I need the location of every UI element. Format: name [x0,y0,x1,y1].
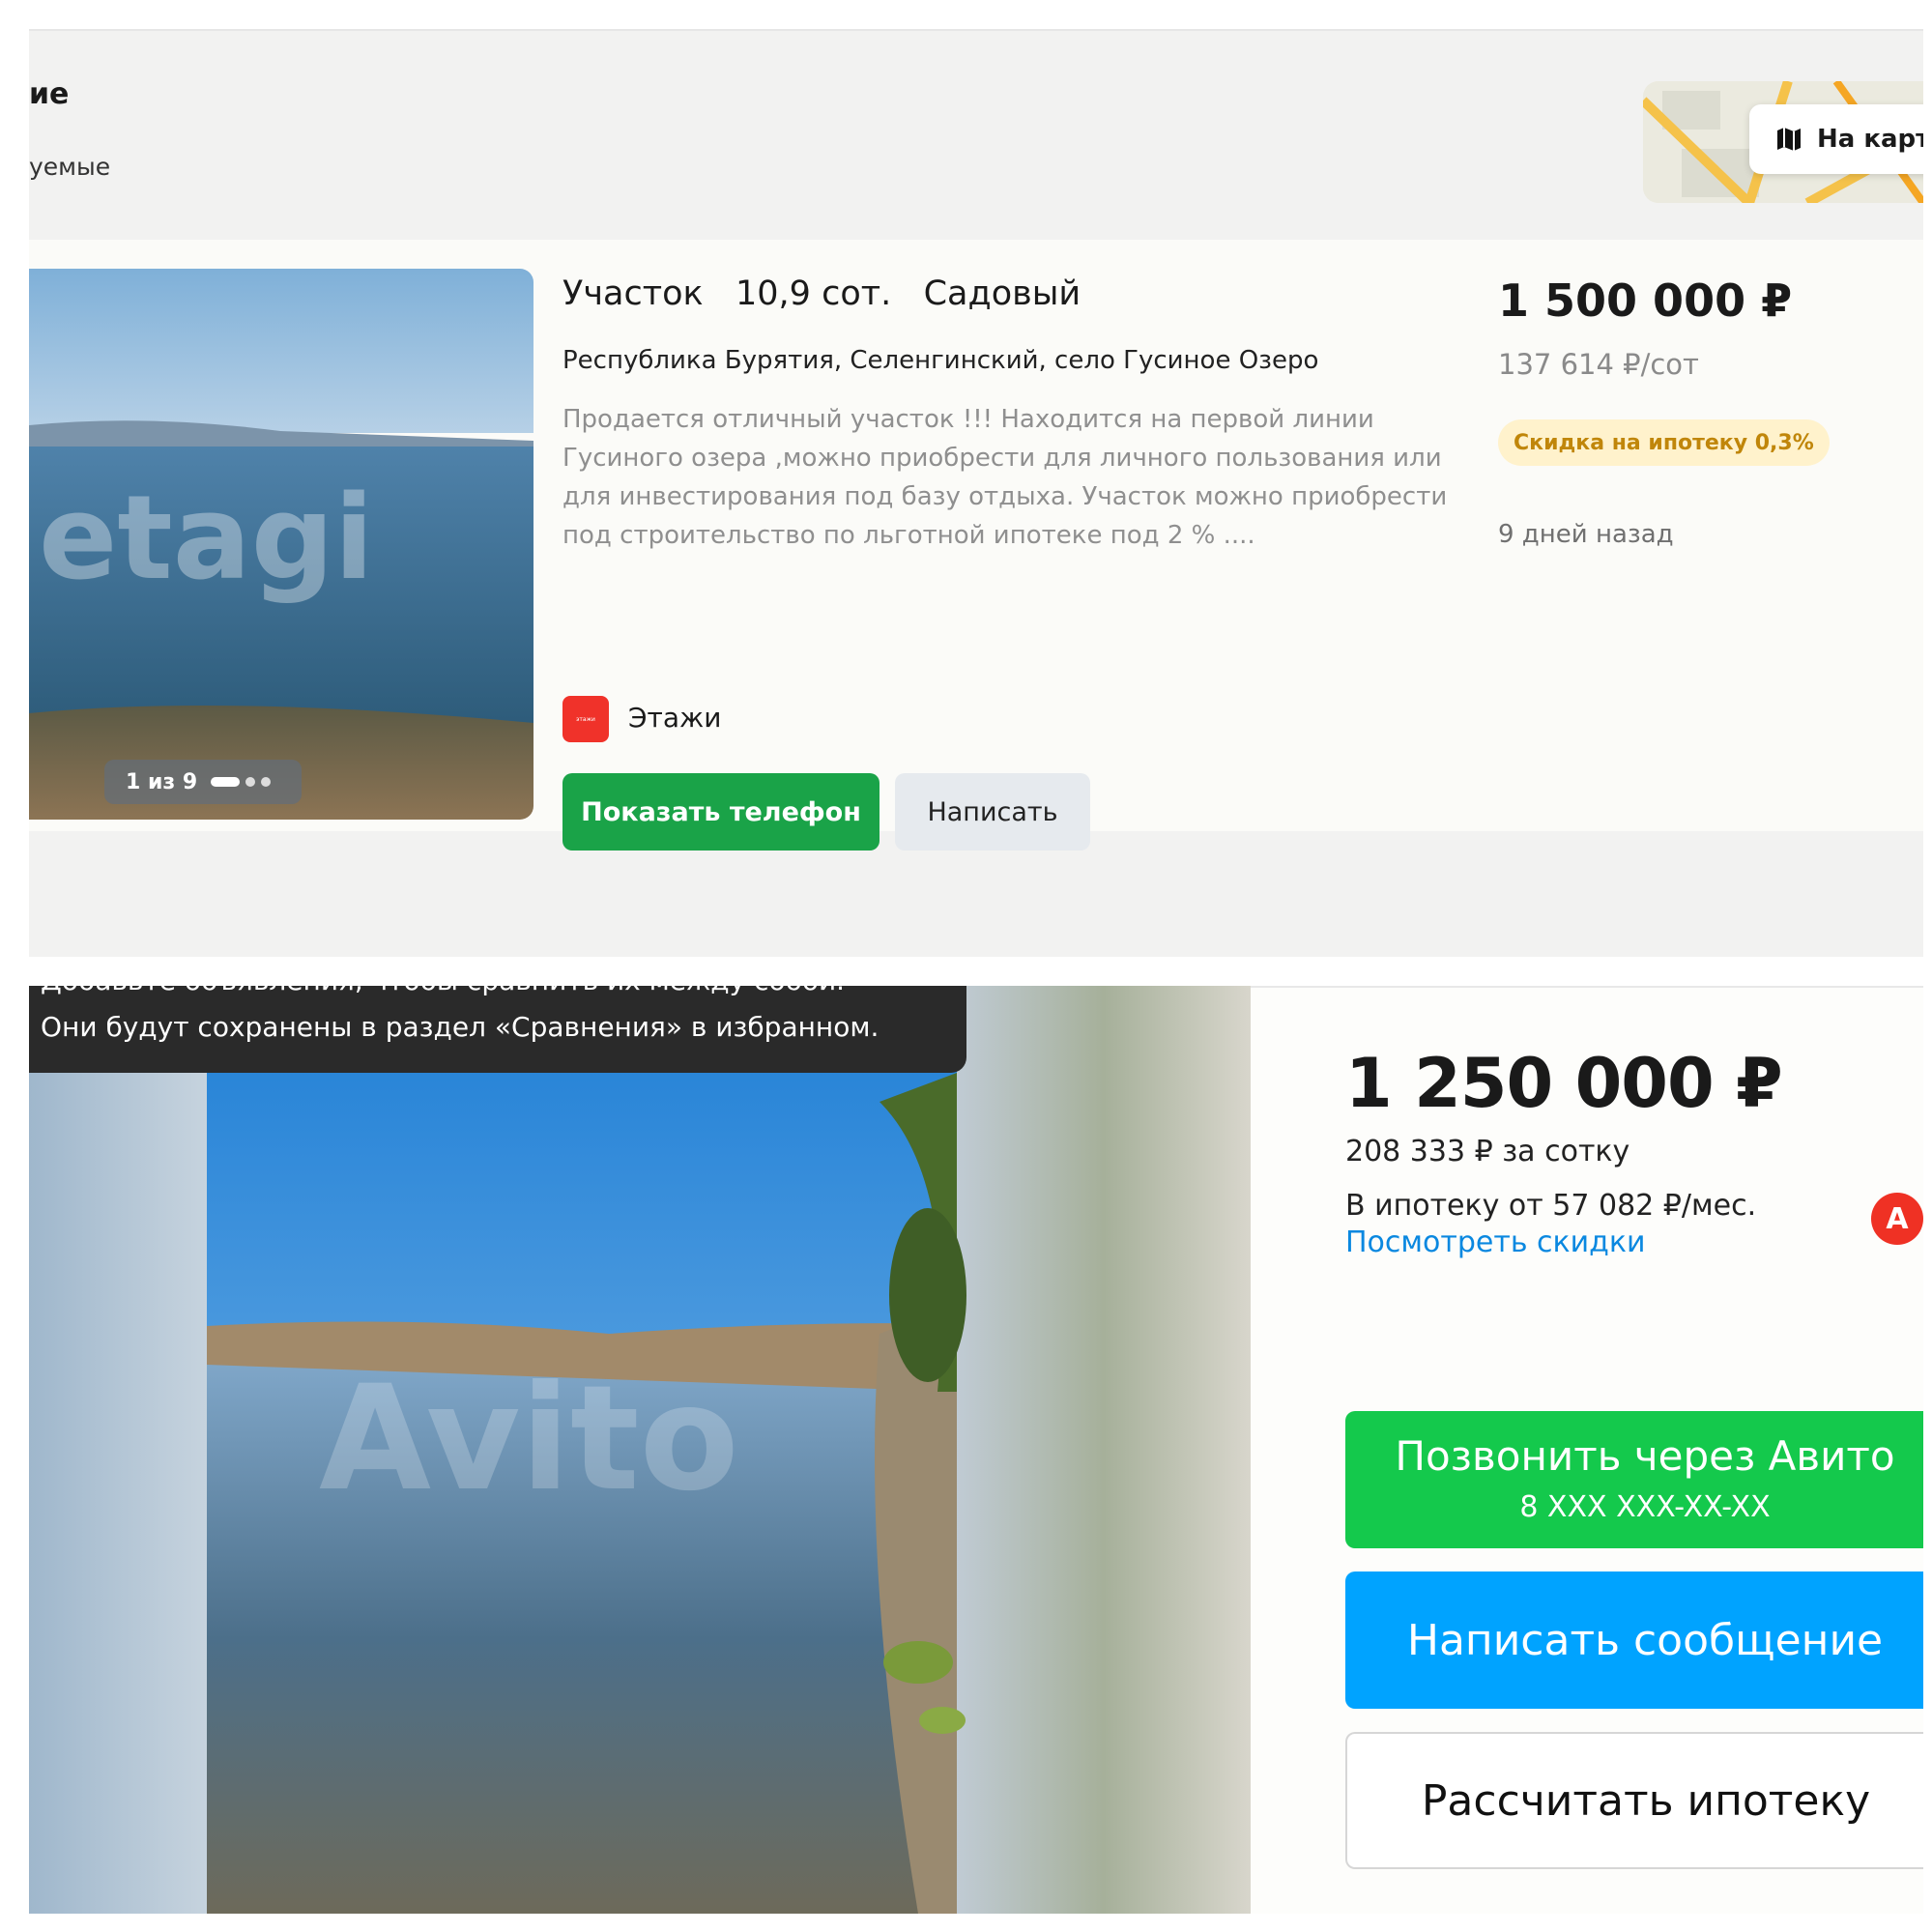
price-per-unit: 137 614 ₽/сот [1498,348,1699,381]
agency-logo[interactable]: этажи [562,696,609,742]
section-subtitle[interactable]: уемые [29,153,110,181]
bank-logo-icon: А [1871,1193,1923,1245]
calculate-mortgage-button[interactable]: Рассчитать ипотеку [1345,1732,1923,1869]
etagi-screenshot: ие уемые На карт etagi 1 из 9 Участок 10… [29,29,1923,957]
price-per-unit: 208 333 ₽ за сотку [1345,1135,1630,1168]
photo-dot[interactable] [261,777,272,787]
call-button-phone: 8 XXX XXX-XX-XX [1519,1490,1771,1524]
write-button[interactable]: Написать [895,773,1090,851]
photo-counter-label: 1 из 9 [126,769,198,794]
photo-dots[interactable] [211,777,272,787]
call-button-label: Позвонить через Авито [1395,1432,1895,1480]
photo-watermark: Avito [319,1355,739,1523]
photo-counter: 1 из 9 [104,760,302,804]
mortgage-discount-badge[interactable]: Скидка на ипотеку 0,3% [1498,419,1830,466]
compare-tooltip: Добавьте объявления, чтобы сравнить их м… [29,986,966,1073]
write-message-button[interactable]: Написать сообщение [1345,1572,1923,1709]
listing-price: 1 500 000 ₽ [1498,274,1793,327]
mortgage-from: В ипотеку от 57 082 ₽/мес. [1345,1189,1757,1223]
photo-watermark: etagi [39,472,374,606]
tooltip-line-1: Добавьте объявления, чтобы сравнить их м… [41,986,845,996]
listing-title[interactable]: Участок 10,9 сот. Садовый [562,274,1081,313]
photo-dot-active[interactable] [211,777,241,787]
tooltip-line-2: Они будут сохранены в раздел «Сравнения»… [41,1011,879,1043]
posted-ago: 9 дней назад [1498,520,1674,549]
listing-description: Продается отличный участок !!! Находится… [562,405,1448,550]
listing-photo[interactable]: etagi 1 из 9 [29,269,533,820]
call-via-avito-button[interactable]: Позвонить через Авито 8 XXX XXX-XX-XX [1345,1411,1923,1548]
show-on-map-label: На карт [1817,125,1923,154]
view-discounts-link[interactable]: Посмотреть скидки [1345,1226,1646,1259]
agency-name[interactable]: Этажи [628,702,721,734]
top-divider [29,29,1923,31]
show-on-map-button[interactable]: На карт [1749,104,1923,174]
listing-price: 1 250 000 ₽ [1345,1044,1783,1123]
listing-address: Республика Бурятия, Селенгинский, село Г… [562,346,1319,375]
section-title: ие [29,77,70,111]
map-icon [1777,128,1801,151]
show-phone-button[interactable]: Показать телефон [562,773,879,851]
photo-dot[interactable] [245,777,256,787]
agency-logo-text: этажи [576,715,595,723]
avito-screenshot: Avito Добавьте объявления, чтобы сравнит… [29,986,1923,1914]
photo-gallery[interactable]: Avito Добавьте объявления, чтобы сравнит… [29,986,1251,1914]
listing-card[interactable]: etagi 1 из 9 Участок 10,9 сот. Садовый Р… [29,240,1923,851]
